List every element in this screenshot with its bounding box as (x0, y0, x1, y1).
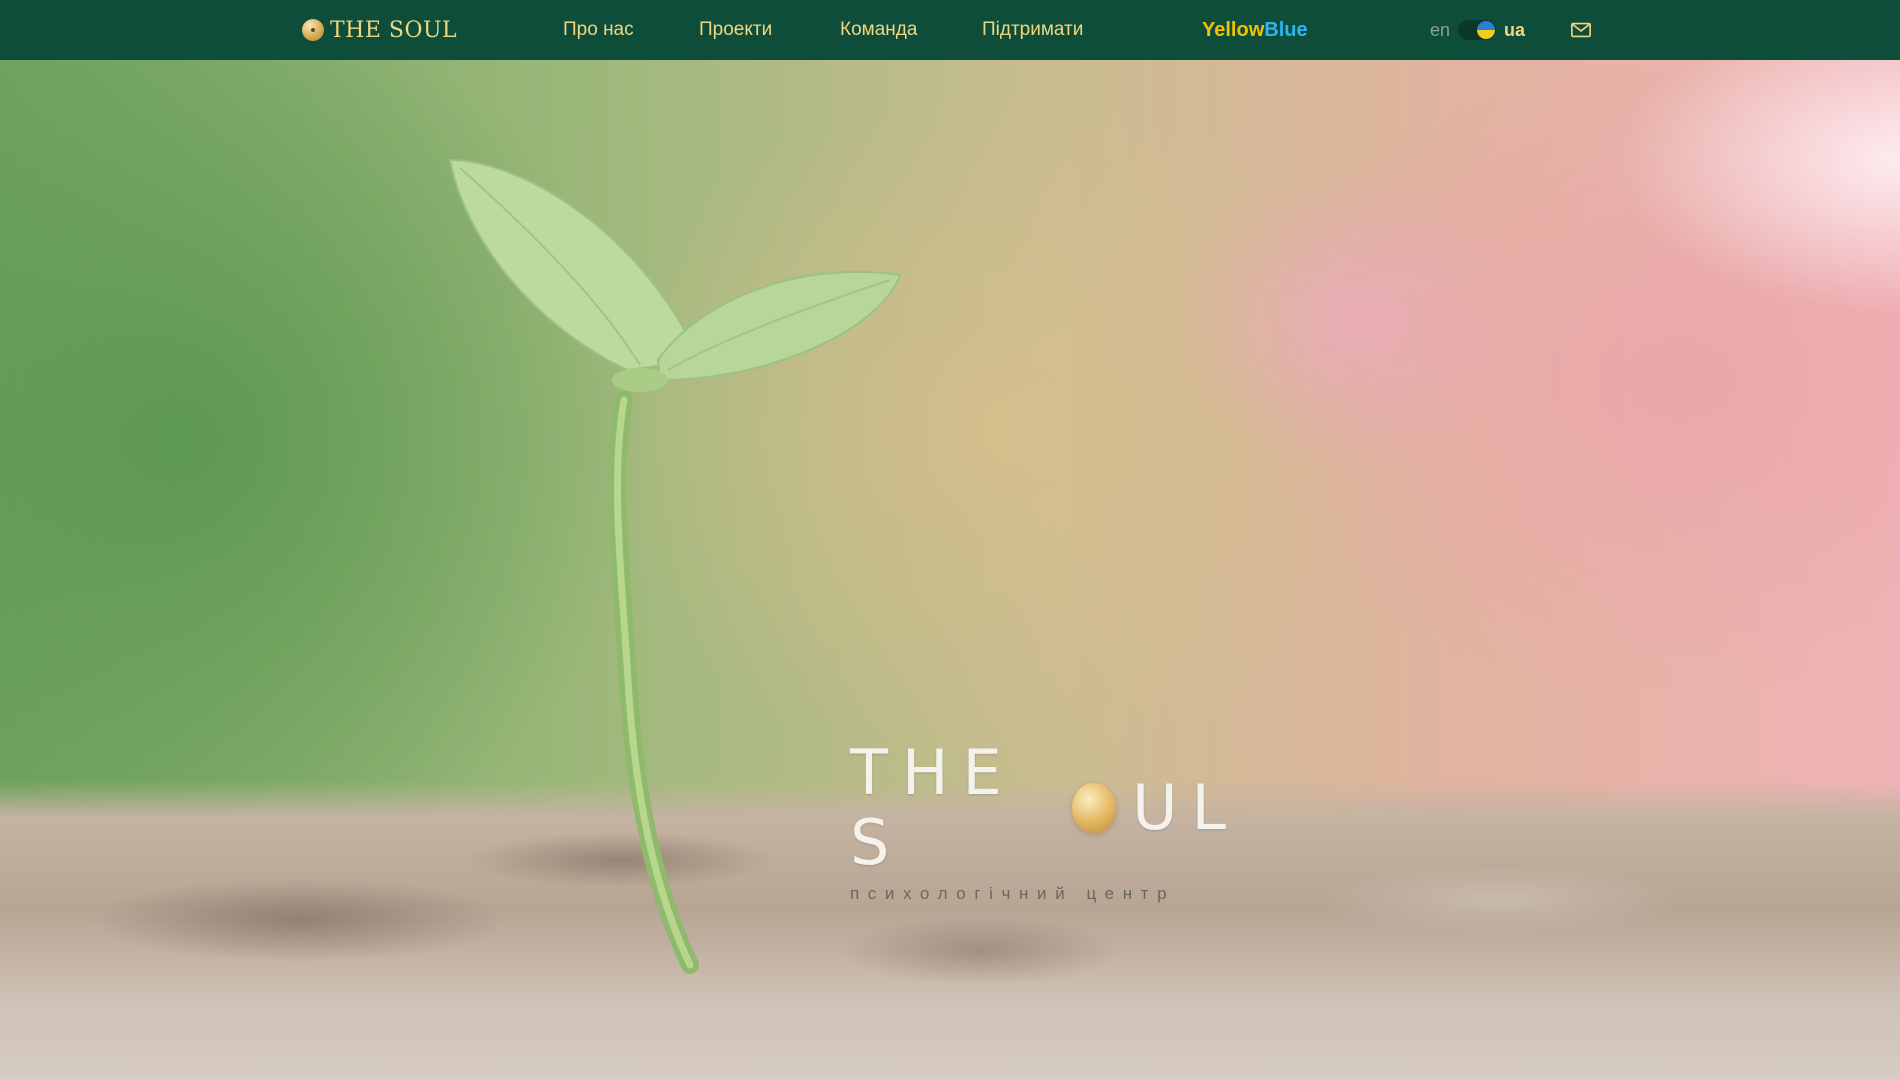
yellowblue-link[interactable]: YellowBlue (1202, 0, 1308, 60)
sprout-illustration (448, 158, 902, 974)
top-navigation-bar: THE SOUL Про нас Проекти Команда Підтрим… (0, 0, 1900, 60)
hero-logo: THE S UL психологічний центр (850, 738, 1240, 904)
hero-title-right: UL (1132, 771, 1240, 844)
nav-projects[interactable]: Проекти (699, 0, 772, 60)
hero-title-left: THE S (850, 736, 1016, 879)
golden-orb-icon (1072, 783, 1117, 833)
language-toggle[interactable] (1458, 20, 1497, 40)
mail-icon[interactable] (1570, 19, 1592, 41)
yellowblue-blue-text: Blue (1264, 19, 1308, 41)
nav-support[interactable]: Підтримати (982, 0, 1083, 60)
soul-dot-icon (302, 19, 324, 41)
language-ua[interactable]: ua (1504, 20, 1525, 41)
language-en[interactable]: en (1430, 20, 1450, 41)
nav-about[interactable]: Про нас (563, 0, 634, 60)
hero-subtitle: психологічний центр (850, 884, 1176, 903)
brand-text: THE SOUL (330, 17, 458, 43)
language-switcher: en ua (1430, 0, 1525, 60)
flag-toggle-icon (1477, 21, 1496, 39)
brand-logo-link[interactable]: THE SOUL (302, 0, 457, 60)
hero-banner: THE S UL психологічний центр (0, 60, 1900, 1079)
yellowblue-yellow-text: Yellow (1202, 19, 1265, 41)
hero-title: THE S UL (850, 738, 1240, 878)
nav-team[interactable]: Команда (840, 0, 917, 60)
